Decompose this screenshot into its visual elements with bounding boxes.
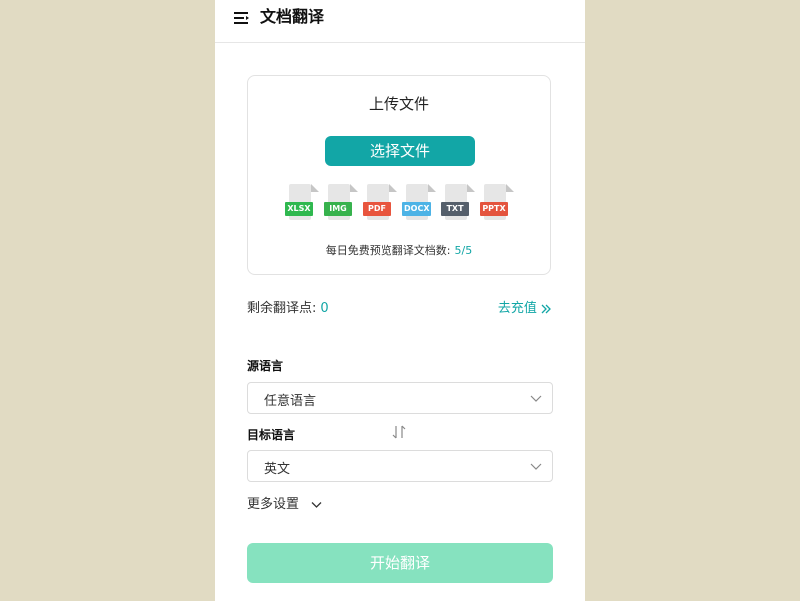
chevron-down-icon: [311, 501, 322, 508]
recharge-label: 去充值: [497, 301, 537, 316]
points-row: 剩余翻译点: 0 去充值: [247, 297, 552, 317]
target-language-value: 英文: [264, 462, 291, 477]
choose-file-button[interactable]: 选择文件: [325, 136, 475, 166]
quota-value: 5/5: [454, 244, 473, 257]
source-language-label: 源语言: [247, 359, 284, 373]
page-title: 文档翻译: [260, 7, 325, 26]
source-language-select[interactable]: 任意语言: [247, 382, 553, 414]
quota-label: 每日免费预览翻译文档数:: [325, 244, 451, 257]
file-type-label: IMG: [324, 202, 352, 216]
double-chevron-right-icon: [541, 304, 551, 313]
start-translation-button[interactable]: 开始翻译: [247, 543, 553, 583]
points-value: 0: [320, 301, 329, 316]
app-panel: 文档翻译 上传文件 选择文件 XLSX IMG PDF DOCX TXT PPT…: [215, 0, 585, 601]
chevron-down-icon: [530, 463, 542, 470]
txt-file-icon: TXT: [441, 184, 475, 222]
file-type-label: XLSX: [285, 202, 313, 216]
docx-file-icon: DOCX: [402, 184, 436, 222]
more-settings-toggle[interactable]: 更多设置: [247, 493, 322, 512]
file-type-label: TXT: [441, 202, 469, 216]
target-language-select[interactable]: 英文: [247, 450, 553, 482]
daily-quota: 每日免费预览翻译文档数: 5/5: [248, 242, 550, 258]
pptx-file-icon: PPTX: [480, 184, 514, 222]
file-type-label: PPTX: [480, 202, 508, 216]
upload-card: 上传文件 选择文件 XLSX IMG PDF DOCX TXT PPTX 每日免…: [247, 75, 551, 275]
file-type-icons: XLSX IMG PDF DOCX TXT PPTX: [285, 184, 515, 224]
header: 文档翻译: [215, 0, 585, 43]
file-type-label: DOCX: [402, 202, 432, 216]
remaining-points: 剩余翻译点: 0: [247, 297, 329, 316]
recharge-link[interactable]: 去充值: [498, 297, 552, 316]
upload-title: 上传文件: [368, 95, 429, 113]
file-type-label: PDF: [363, 202, 391, 216]
source-language-value: 任意语言: [264, 394, 317, 409]
target-language-label: 目标语言: [247, 428, 296, 442]
more-settings-label: 更多设置: [247, 497, 300, 512]
img-file-icon: IMG: [324, 184, 358, 222]
hamburger-icon[interactable]: [233, 10, 251, 26]
swap-arrows-icon[interactable]: [392, 424, 406, 440]
xlsx-file-icon: XLSX: [285, 184, 319, 222]
pdf-file-icon: PDF: [363, 184, 397, 222]
points-label: 剩余翻译点:: [247, 301, 317, 316]
chevron-down-icon: [530, 395, 542, 402]
